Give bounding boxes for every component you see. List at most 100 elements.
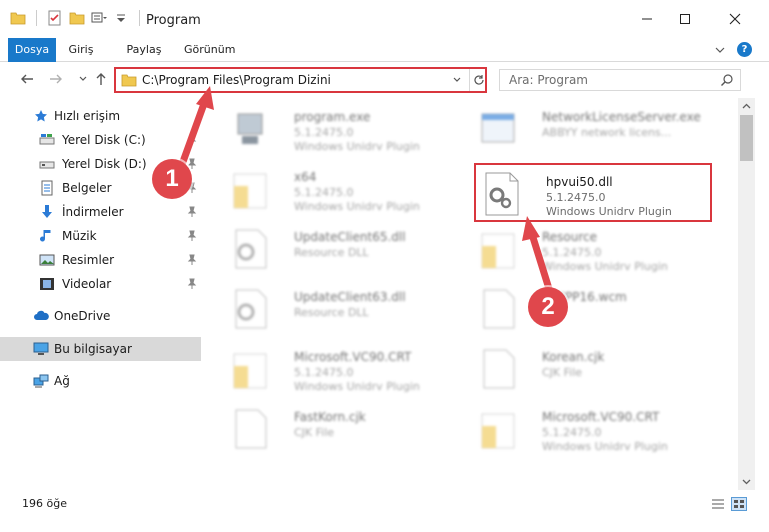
refresh-icon [473, 75, 484, 85]
highlight-box-hpvui50 [474, 163, 712, 222]
download-icon [39, 204, 55, 220]
help-icon[interactable]: ? [737, 42, 752, 57]
file-tile[interactable]: SZPPP16.wcm [472, 280, 712, 340]
close-button[interactable] [712, 0, 758, 38]
chevron-down-icon [742, 479, 751, 485]
file-tile[interactable]: FastKorn.cjk CJK File [224, 400, 464, 460]
search-input[interactable]: Ara: Program [499, 69, 741, 91]
sidebar-item-onedrive[interactable]: OneDrive [0, 304, 201, 328]
properties-icon[interactable] [47, 10, 63, 26]
pin-icon[interactable] [187, 230, 197, 242]
blank-file-icon [483, 349, 515, 389]
pin-icon[interactable] [187, 134, 197, 146]
file-tile[interactable]: Resource 5.1.2475.0 Windows Unidrv Plugi… [472, 220, 712, 280]
chevron-down-icon[interactable] [452, 75, 462, 85]
customize-toolbar-icon[interactable] [91, 10, 107, 26]
title-bar: Program [0, 0, 769, 38]
sidebar-item-resimler[interactable]: Resimler [0, 248, 201, 272]
sidebar-item-videolar[interactable]: Videolar [0, 272, 201, 296]
new-folder-icon[interactable] [69, 10, 85, 26]
blank-file-icon [483, 289, 515, 329]
up-button[interactable] [92, 70, 110, 88]
recent-locations-button[interactable] [74, 70, 92, 88]
file-tile[interactable]: Microsoft.VC90.CRT 5.1.2475.0 Windows Un… [224, 340, 464, 400]
sidebar-item-local-disk-c[interactable]: Yerel Disk (C:) [0, 128, 201, 152]
dropdown-arrow-icon[interactable] [113, 10, 129, 26]
search-placeholder: Ara: Program [509, 73, 588, 87]
toolbar-divider [36, 10, 37, 26]
pictures-icon [39, 252, 55, 268]
exe-window-icon [481, 113, 515, 143]
search-icon [721, 74, 733, 86]
folder-file-icon [481, 413, 515, 449]
minimize-icon [642, 18, 652, 20]
sidebar-item-network[interactable]: Ağ [0, 369, 201, 393]
sidebar-item-muzik[interactable]: Müzik [0, 224, 201, 248]
folder-icon [10, 12, 26, 25]
file-list: program.exe 5.1.2475.0 Windows Unidrv Pl… [204, 98, 738, 490]
file-tile[interactable]: program.exe 5.1.2475.0 Windows Unidrv Pl… [224, 100, 464, 160]
chevron-up-icon [742, 103, 751, 109]
sidebar-item-quick-access[interactable]: Hızlı erişim [0, 104, 201, 128]
cloud-icon [33, 308, 49, 324]
status-bar: 196 öğe [0, 490, 769, 532]
ribbon-tabs: Dosya Giriş Paylaş Görünüm ? [0, 38, 769, 62]
computer-icon [33, 341, 49, 357]
sidebar-item-this-pc[interactable]: Bu bilgisayar [0, 337, 201, 361]
file-tile[interactable]: x64 5.1.2475.0 Windows Unidrv Plugin [224, 160, 464, 220]
file-tile[interactable]: NetworkLicenseServer.exe ABBYY network l… [472, 100, 712, 160]
window-title: Program [146, 13, 201, 28]
drive-icon [39, 156, 55, 172]
pin-icon[interactable] [187, 278, 197, 290]
network-icon [33, 373, 49, 389]
tab-dosya[interactable]: Dosya [8, 38, 56, 62]
tab-paylas[interactable]: Paylaş [124, 38, 164, 62]
drive-icon [39, 132, 55, 148]
expand-ribbon-icon[interactable] [713, 43, 727, 57]
scroll-thumb[interactable] [740, 115, 753, 161]
dll-icon [235, 229, 267, 269]
back-button[interactable] [18, 70, 36, 88]
step-2-badge: 2 [528, 287, 568, 327]
tiles-view-icon[interactable] [731, 497, 747, 511]
chevron-down-icon [79, 76, 87, 81]
step-1-badge: 1 [152, 159, 192, 199]
pin-icon[interactable] [187, 254, 197, 266]
documents-icon [39, 180, 55, 196]
maximize-button[interactable] [662, 0, 708, 38]
file-tile[interactable]: UpdateClient63.dll Resource DLL [224, 280, 464, 340]
refresh-button[interactable] [469, 69, 487, 91]
forward-button[interactable] [47, 70, 65, 88]
folder-file-icon [233, 173, 267, 209]
folder-icon [121, 74, 137, 87]
arrow-left-icon [21, 74, 33, 84]
file-tile[interactable]: Korean.cjk CJK File [472, 340, 712, 400]
sidebar-item-indirmeler[interactable]: İndirmeler [0, 200, 201, 224]
quick-access-toolbar [10, 10, 144, 26]
tab-giris[interactable]: Giriş [64, 38, 98, 62]
arrow-right-icon [50, 74, 62, 84]
tab-gorunum[interactable]: Görünüm [184, 38, 235, 62]
maximize-icon [680, 14, 690, 24]
music-icon [39, 228, 55, 244]
details-view-icon[interactable] [710, 497, 726, 511]
dll-icon [235, 289, 267, 329]
star-icon [33, 108, 49, 124]
scroll-down-button[interactable] [738, 473, 755, 490]
folder-file-icon [233, 353, 267, 389]
address-path: C:\Program Files\Program Dizini [142, 73, 331, 87]
vertical-scrollbar[interactable] [738, 98, 755, 490]
close-icon [729, 13, 741, 25]
address-bar[interactable]: C:\Program Files\Program Dizini [114, 67, 487, 93]
navigation-pane: Hızlı erişim Yerel Disk (C:) Yerel Disk … [0, 98, 204, 490]
video-icon [39, 276, 55, 292]
file-tile[interactable]: Microsoft.VC90.CRT 5.1.2475.0 Windows Un… [472, 400, 712, 460]
file-tile[interactable]: UpdateClient65.dll Resource DLL [224, 220, 464, 280]
blank-file-icon [235, 409, 267, 449]
pin-icon[interactable] [187, 206, 197, 218]
scroll-up-button[interactable] [738, 98, 755, 115]
navigation-row: C:\Program Files\Program Dizini Ara: Pro… [0, 62, 769, 98]
exe-icon [237, 113, 263, 144]
arrow-up-icon [96, 73, 106, 85]
item-count: 196 öğe [22, 497, 67, 510]
